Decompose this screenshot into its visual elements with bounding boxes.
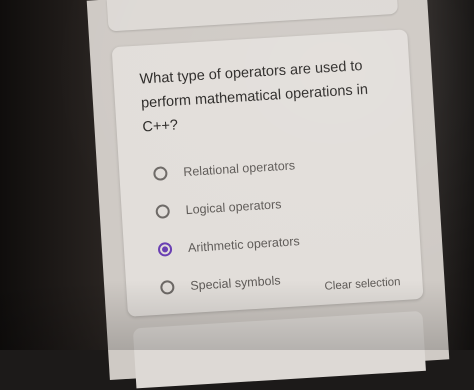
clear-selection-button[interactable]: Clear selection [324, 276, 401, 293]
option-logical-operators[interactable]: Logical operators [155, 193, 282, 223]
option-relational-operators[interactable]: Relational operators [152, 154, 296, 185]
option-label: Logical operators [185, 197, 282, 218]
radio-unchecked-icon[interactable] [155, 204, 171, 219]
question-text: What type of operators are used to perfo… [139, 58, 369, 136]
radio-unchecked-icon[interactable] [159, 279, 175, 295]
option-label: Arithmetic operators [187, 234, 301, 255]
radio-unchecked-icon[interactable] [152, 166, 168, 181]
radio-checked-icon[interactable] [157, 242, 173, 257]
option-special-symbols[interactable]: Special symbols [159, 269, 281, 298]
option-label: Relational operators [182, 158, 296, 180]
form-screen: What type of operators are used to perfo… [86, 0, 450, 389]
option-label: Special symbols [189, 273, 281, 293]
question-card: What type of operators are used to perfo… [111, 29, 424, 317]
option-arithmetic-operators[interactable]: Arithmetic operators [157, 230, 300, 261]
previous-question-card [106, 0, 399, 32]
